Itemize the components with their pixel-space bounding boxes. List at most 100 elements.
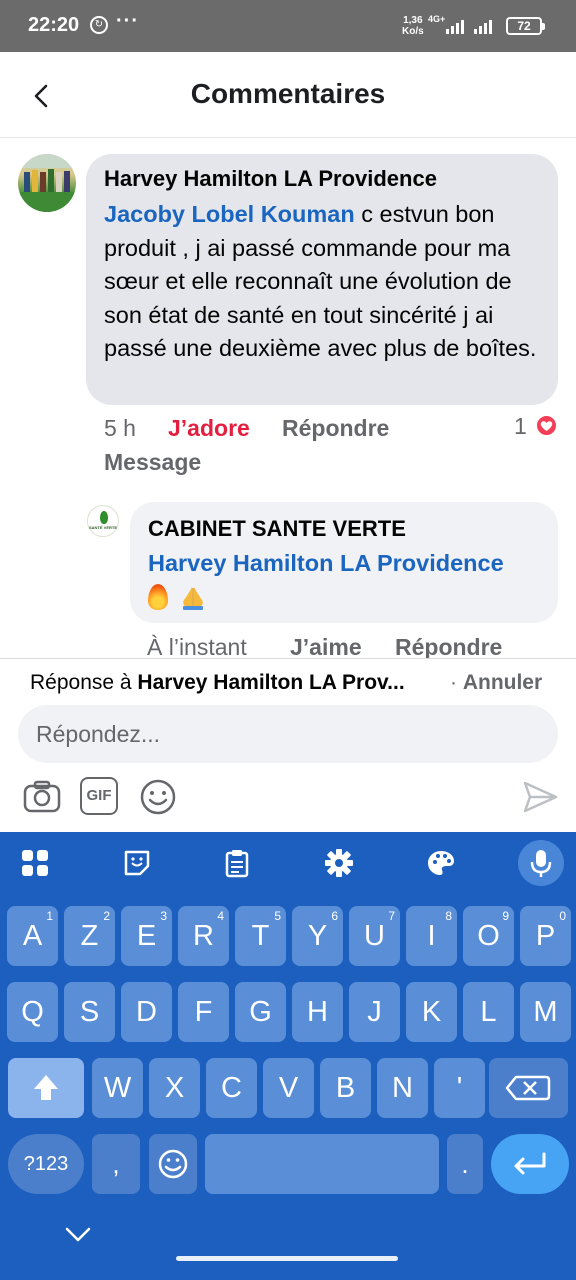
network-speed-unit: Ko/s [402, 26, 424, 37]
more-notifications-icon: ··· [116, 10, 139, 32]
key-y[interactable]: Y6 [292, 906, 343, 966]
space-key[interactable] [205, 1134, 439, 1194]
keyboard: A1 Z2 E3 R4 T5 Y6 U7 I8 O9 P0 Q S D F G … [0, 832, 576, 1280]
navigation-handle[interactable] [176, 1256, 398, 1261]
shift-key[interactable] [8, 1058, 84, 1118]
key-t[interactable]: T5 [235, 906, 286, 966]
key-apostrophe[interactable]: ' [434, 1058, 485, 1118]
voice-input-button[interactable] [518, 840, 564, 886]
reply-button[interactable]: Répondre [282, 415, 389, 442]
key-e-num: 3 [160, 909, 167, 923]
key-z-label: Z [80, 920, 99, 952]
key-p[interactable]: P0 [520, 906, 571, 966]
key-g[interactable]: G [235, 982, 286, 1042]
message-button[interactable]: Message [104, 449, 201, 476]
theme-palette-icon[interactable] [426, 848, 456, 878]
status-bar: 22:20 ↻ ··· 1,36 Ko/s 4G+ 72 [0, 0, 576, 52]
signal-icon [446, 18, 464, 34]
page-title: Commentaires [190, 78, 386, 109]
key-u[interactable]: U7 [349, 906, 400, 966]
reply-comment-bubble[interactable]: CABINET SANTE VERTE Harvey Hamilton LA P… [130, 502, 558, 623]
emoji-icon[interactable] [138, 777, 178, 817]
chevron-down-icon[interactable] [60, 1220, 96, 1250]
sticker-icon[interactable] [122, 848, 152, 878]
key-q[interactable]: Q [7, 982, 58, 1042]
key-s[interactable]: S [64, 982, 115, 1042]
comment-author[interactable]: Harvey Hamilton LA Providence [104, 166, 540, 192]
settings-gear-icon[interactable] [324, 848, 354, 878]
reply-comment-author[interactable]: CABINET SANTE VERTE [148, 516, 540, 542]
like-button[interactable]: J’aime [290, 634, 362, 658]
key-a-num: 1 [46, 909, 53, 923]
camera-icon[interactable] [22, 777, 62, 817]
cancel-separator: · [450, 671, 463, 694]
key-z-num: 2 [103, 909, 110, 923]
key-y-num: 6 [331, 909, 338, 923]
fire-emoji-icon [148, 583, 168, 610]
key-o[interactable]: O9 [463, 906, 514, 966]
network-type: 4G+ [428, 14, 446, 24]
key-m[interactable]: M [520, 982, 571, 1042]
key-z[interactable]: Z2 [64, 906, 115, 966]
battery-icon: 72 [506, 17, 545, 35]
comma-key[interactable]: , [92, 1134, 140, 1194]
key-p-num: 0 [559, 909, 566, 923]
key-u-label: U [364, 920, 385, 952]
key-v[interactable]: V [263, 1058, 314, 1118]
cancel-button[interactable]: Annuler [463, 671, 542, 694]
love-reaction-button[interactable]: J’adore [168, 415, 250, 442]
comment-bubble[interactable]: Harvey Hamilton LA Providence Jacoby Lob… [86, 154, 558, 405]
reply-input[interactable] [18, 705, 558, 763]
key-d[interactable]: D [121, 982, 172, 1042]
backspace-key[interactable] [489, 1058, 568, 1118]
heart-icon [540, 421, 553, 431]
backspace-icon [505, 1075, 551, 1101]
cancel-reply: · Annuler [450, 671, 542, 695]
key-c[interactable]: C [206, 1058, 257, 1118]
key-b[interactable]: B [320, 1058, 371, 1118]
key-j[interactable]: J [349, 982, 400, 1042]
key-h[interactable]: H [292, 982, 343, 1042]
avatar[interactable] [18, 154, 76, 212]
clipboard-icon[interactable] [222, 848, 252, 878]
group-photo-icon [18, 154, 76, 212]
key-i-label: I [427, 920, 436, 952]
praying-hands-emoji-icon [182, 586, 203, 610]
key-n[interactable]: N [377, 1058, 428, 1118]
network-speed: 1,36 Ko/s [402, 15, 424, 37]
key-r[interactable]: R4 [178, 906, 229, 966]
heart-reaction-icon[interactable] [535, 414, 558, 437]
key-a-label: A [22, 920, 43, 952]
key-a[interactable]: A1 [7, 906, 58, 966]
comment-time: 5 h [104, 415, 136, 441]
emoji-key[interactable] [149, 1134, 197, 1194]
apps-grid-icon[interactable] [20, 848, 50, 878]
key-k[interactable]: K [406, 982, 457, 1042]
reply-composer: Réponse à Harvey Hamilton LA Prov... · A… [0, 658, 576, 832]
enter-key[interactable] [491, 1134, 569, 1194]
app-notification-icon: ↻ [90, 16, 108, 34]
microphone-icon [530, 850, 552, 877]
reply-comment-mention[interactable]: Harvey Hamilton LA Providence [148, 550, 540, 577]
reply-comment-time: À l’instant [147, 634, 247, 658]
avatar-logo-text: SANTÉ VERTE [88, 525, 117, 530]
key-w[interactable]: W [92, 1058, 143, 1118]
reply-avatar[interactable]: SANTÉ VERTE [87, 505, 119, 537]
key-f[interactable]: F [178, 982, 229, 1042]
reply-target: Harvey Hamilton LA Prov... [137, 671, 405, 694]
send-icon[interactable] [520, 777, 560, 817]
key-r-num: 4 [217, 909, 224, 923]
key-l[interactable]: L [463, 982, 514, 1042]
period-key[interactable]: . [447, 1134, 483, 1194]
reply-comment-reply-button[interactable]: Répondre [395, 634, 502, 658]
gif-button[interactable]: GIF [80, 777, 118, 815]
key-i[interactable]: I8 [406, 906, 457, 966]
comment-mention[interactable]: Jacoby Lobel Kouman [104, 201, 355, 227]
symbols-key[interactable]: ?123 [8, 1134, 84, 1194]
key-e[interactable]: E3 [121, 906, 172, 966]
key-i-num: 8 [445, 909, 452, 923]
key-t-label: T [251, 920, 270, 952]
key-o-label: O [477, 920, 500, 952]
reaction-count[interactable]: 1 [514, 413, 527, 440]
key-x[interactable]: X [149, 1058, 200, 1118]
